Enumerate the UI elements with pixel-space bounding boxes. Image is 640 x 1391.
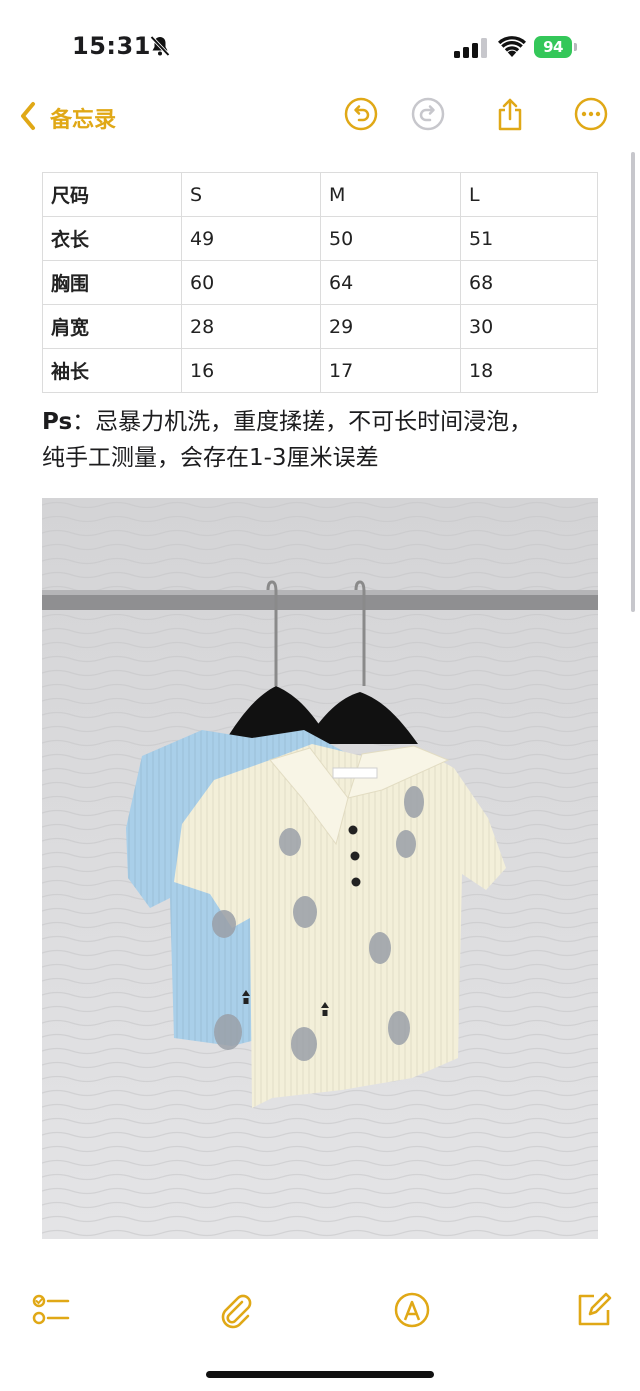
table-row: 衣长 49 50 51 xyxy=(42,216,598,261)
undo-button[interactable] xyxy=(343,96,379,132)
share-button[interactable] xyxy=(492,96,528,132)
compose-icon xyxy=(574,1292,614,1334)
table-cell: 64 xyxy=(320,260,461,305)
table-header-cell: L xyxy=(460,172,598,217)
note-line-2: 纯手工测量，会存在1-3厘米误差 xyxy=(42,445,379,471)
product-photo[interactable] xyxy=(42,498,598,1239)
table-header-cell: 尺码 xyxy=(42,172,182,217)
markup-pen-icon xyxy=(392,1292,432,1334)
paperclip-icon xyxy=(214,1294,254,1334)
table-header-cell: M xyxy=(320,172,461,217)
table-header-row: 尺码 S M L xyxy=(42,172,598,217)
note-text[interactable]: Ps：忌暴力机洗，重度揉搓，不可长时间浸泡， 纯手工测量，会存在1-3厘米误差 xyxy=(42,404,602,476)
compose-button[interactable] xyxy=(574,1290,614,1330)
product-photo-illustration xyxy=(42,498,598,1239)
table-cell: 51 xyxy=(460,216,598,261)
table-cell: 衣长 xyxy=(42,216,182,261)
table-cell: 28 xyxy=(181,304,321,349)
bottom-toolbar xyxy=(0,1280,640,1340)
share-icon xyxy=(492,98,528,136)
more-button[interactable] xyxy=(573,96,609,132)
table-cell: 袖长 xyxy=(42,348,182,393)
more-icon xyxy=(573,97,609,136)
size-table: 尺码 S M L 衣长 49 50 51 胸围 60 64 68 肩宽 28 2… xyxy=(42,172,598,393)
checklist-icon xyxy=(30,1294,70,1334)
table-cell: 49 xyxy=(181,216,321,261)
table-cell: 胸围 xyxy=(42,260,182,305)
note-line-1: Ps：忌暴力机洗，重度揉搓，不可长时间浸泡， xyxy=(42,404,602,440)
markup-button[interactable] xyxy=(392,1290,432,1330)
scroll-indicator[interactable] xyxy=(631,152,635,612)
checklist-button[interactable] xyxy=(30,1290,70,1330)
navigation-bar: 备忘录 xyxy=(0,90,640,146)
undo-icon xyxy=(343,97,379,136)
table-cell: 30 xyxy=(460,304,598,349)
table-header-cell: S xyxy=(181,172,321,217)
cellular-signal-icon xyxy=(454,38,488,58)
table-cell: 18 xyxy=(460,348,598,393)
table-cell: 68 xyxy=(460,260,598,305)
redo-icon xyxy=(410,97,446,136)
note-line-1-text: ：忌暴力机洗，重度揉搓，不可长时间浸泡， xyxy=(72,409,533,435)
table-cell: 肩宽 xyxy=(42,304,182,349)
table-row: 胸围 60 64 68 xyxy=(42,260,598,305)
table-cell: 17 xyxy=(320,348,461,393)
chevron-left-icon xyxy=(18,100,38,136)
attachment-button[interactable] xyxy=(214,1290,254,1330)
status-bar: 15:31 94 xyxy=(0,0,640,90)
status-time: 15:31 xyxy=(72,32,151,60)
wifi-icon xyxy=(498,36,526,58)
back-label: 备忘录 xyxy=(50,108,117,133)
battery-cap xyxy=(574,43,577,51)
table-cell: 50 xyxy=(320,216,461,261)
table-row: 肩宽 28 29 30 xyxy=(42,304,598,349)
bell-slash-icon xyxy=(148,34,172,58)
redo-button[interactable] xyxy=(410,96,446,132)
note-prefix: Ps xyxy=(42,409,73,435)
battery-charging-icon: 94 xyxy=(534,36,580,58)
battery-level: 94 xyxy=(534,36,572,58)
table-cell: 29 xyxy=(320,304,461,349)
table-cell: 60 xyxy=(181,260,321,305)
table-row: 袖长 16 17 18 xyxy=(42,348,598,393)
table-cell: 16 xyxy=(181,348,321,393)
back-button[interactable]: 备忘录 xyxy=(18,98,116,138)
home-indicator[interactable] xyxy=(206,1371,434,1378)
